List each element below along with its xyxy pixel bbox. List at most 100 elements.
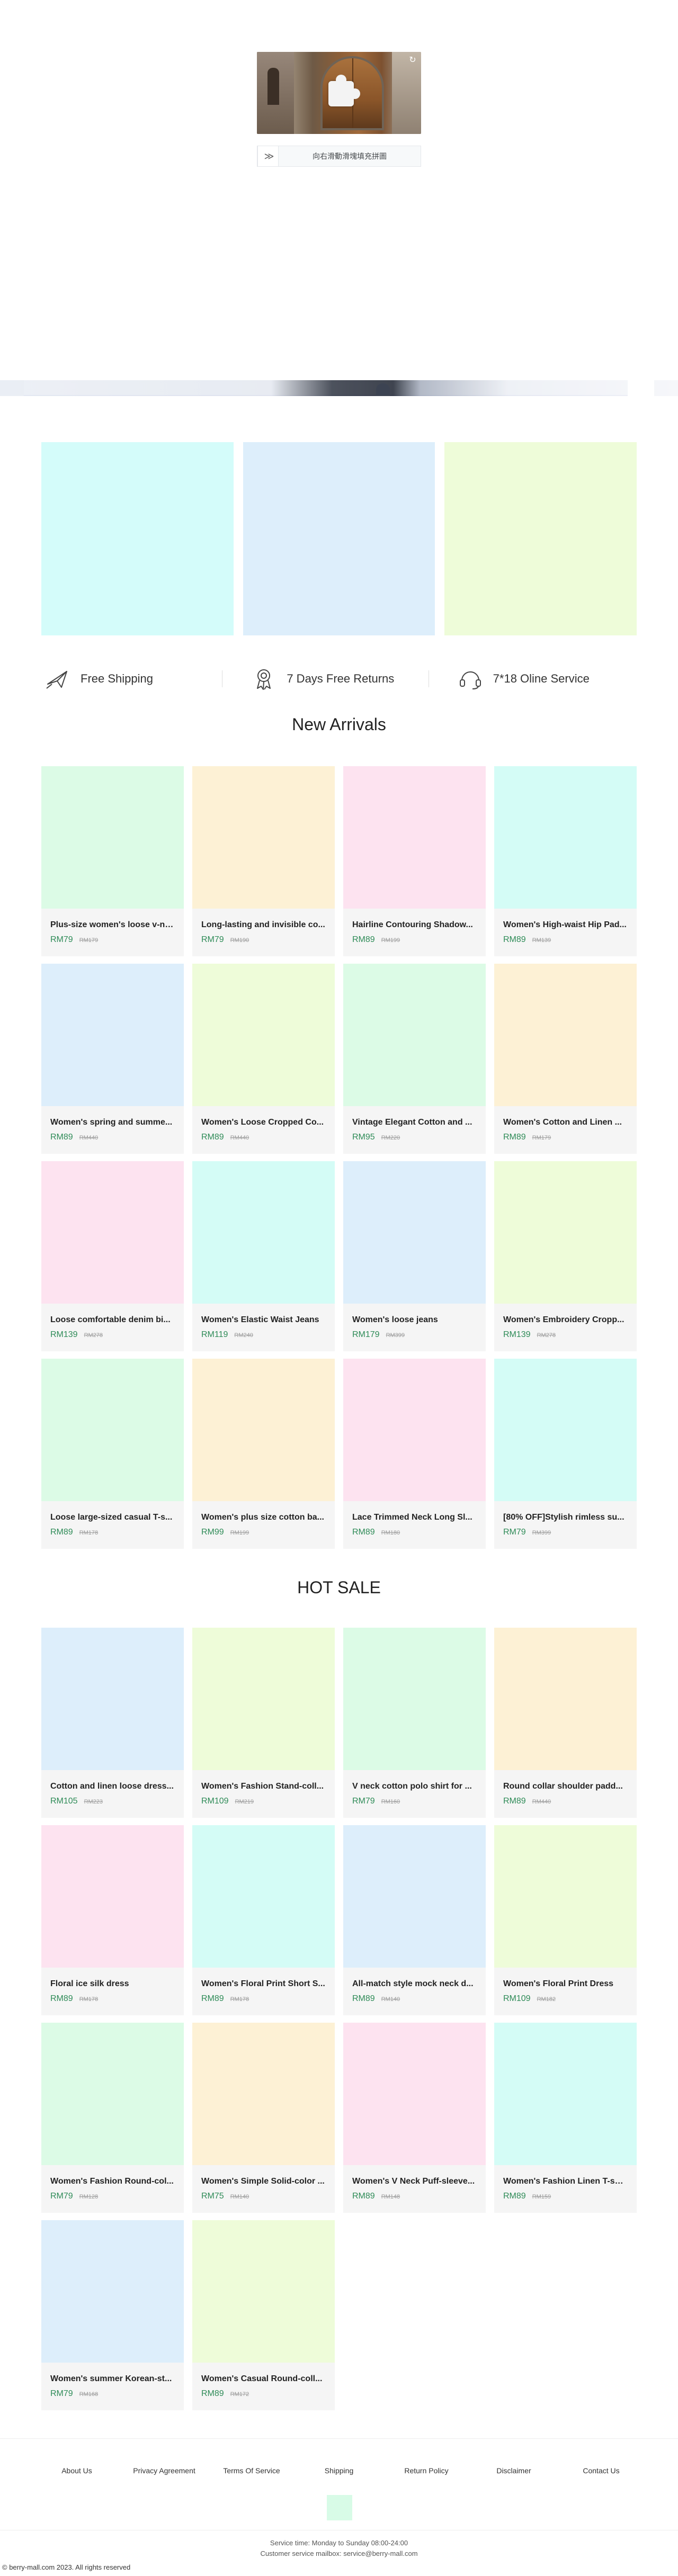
product-card[interactable]: Floral ice silk dress RM89 RM178 bbox=[41, 1825, 184, 2015]
product-card[interactable]: Women's Cotton and Linen ... RM89 RM179 bbox=[494, 964, 637, 1154]
product-card[interactable]: Women's summer Korean-st... RM79 RM168 bbox=[41, 2220, 184, 2410]
product-image[interactable] bbox=[192, 964, 335, 1106]
product-name[interactable]: Women's spring and summe... bbox=[50, 1118, 175, 1127]
product-card[interactable]: Women's Loose Cropped Co... RM89 RM440 bbox=[192, 964, 335, 1154]
product-image[interactable] bbox=[192, 1628, 335, 1770]
product-image[interactable] bbox=[494, 766, 637, 909]
product-name[interactable]: Long-lasting and invisible co... bbox=[201, 920, 326, 930]
product-name[interactable]: Loose comfortable denim bi... bbox=[50, 1315, 175, 1325]
product-name[interactable]: V neck cotton polo shirt for ... bbox=[352, 1782, 477, 1791]
product-image[interactable] bbox=[41, 1161, 184, 1304]
promo-banner[interactable] bbox=[444, 442, 637, 635]
product-name[interactable]: Women's plus size cotton ba... bbox=[201, 1513, 326, 1522]
product-card[interactable]: Women's plus size cotton ba... RM99 RM199 bbox=[192, 1359, 335, 1549]
promo-banner[interactable] bbox=[243, 442, 435, 635]
product-image[interactable] bbox=[41, 766, 184, 909]
product-card[interactable]: Lace Trimmed Neck Long Sl... RM89 RM180 bbox=[343, 1359, 486, 1549]
product-image[interactable] bbox=[41, 1628, 184, 1770]
product-name[interactable]: Hairline Contouring Shadow... bbox=[352, 920, 477, 930]
product-image[interactable] bbox=[343, 766, 486, 909]
product-image[interactable] bbox=[41, 2023, 184, 2165]
product-card[interactable]: All-match style mock neck d... RM89 RM140 bbox=[343, 1825, 486, 2015]
product-name[interactable]: Women's V Neck Puff-sleeve... bbox=[352, 2177, 477, 2186]
footer-link-about-us[interactable]: About Us bbox=[45, 2466, 109, 2475]
product-image[interactable] bbox=[41, 1825, 184, 1968]
product-card[interactable]: Cotton and linen loose dress... RM105 RM22… bbox=[41, 1628, 184, 1818]
product-name[interactable]: Floral ice silk dress bbox=[50, 1979, 175, 1989]
product-card[interactable]: Plus-size women's loose v-neck... RM79 RM1… bbox=[41, 766, 184, 956]
product-name[interactable]: Lace Trimmed Neck Long Sl... bbox=[352, 1513, 477, 1522]
product-image[interactable] bbox=[494, 1825, 637, 1968]
product-name[interactable]: Women's Casual Round-coll... bbox=[201, 2374, 326, 2384]
product-name[interactable]: Women's Fashion Round-col... bbox=[50, 2177, 175, 2186]
footer-link-return-policy[interactable]: Return Policy bbox=[395, 2466, 458, 2475]
product-name[interactable]: Loose large-sized casual T-s... bbox=[50, 1513, 175, 1522]
product-image[interactable] bbox=[192, 1359, 335, 1501]
footer-link-terms-of-service[interactable]: Terms Of Service bbox=[220, 2466, 283, 2475]
product-card[interactable]: Women's Floral Print Short S... RM89 RM178 bbox=[192, 1825, 335, 2015]
product-card[interactable]: Women's Fashion Linen T-shirt RM89 RM159 bbox=[494, 2023, 637, 2213]
hero-banner[interactable] bbox=[0, 380, 678, 396]
product-card[interactable]: Women's Fashion Stand-coll... RM109 RM219 bbox=[192, 1628, 335, 1818]
product-name[interactable]: Women's summer Korean-st... bbox=[50, 2374, 175, 2384]
footer-link-privacy-agreement[interactable]: Privacy Agreement bbox=[132, 2466, 196, 2475]
footer-link-disclaimer[interactable]: Disclaimer bbox=[482, 2466, 546, 2475]
product-card[interactable]: Hairline Contouring Shadow... RM89 RM199 bbox=[343, 766, 486, 956]
product-image[interactable] bbox=[494, 1628, 637, 1770]
product-name[interactable]: Women's Floral Print Dress bbox=[503, 1979, 628, 1989]
product-card[interactable]: Round collar shoulder padd... RM89 RM440 bbox=[494, 1628, 637, 1818]
product-image[interactable] bbox=[343, 1161, 486, 1304]
product-card[interactable]: Women's spring and summe... RM89 RM440 bbox=[41, 964, 184, 1154]
product-card[interactable]: Long-lasting and invisible co... RM79 RM19… bbox=[192, 766, 335, 956]
product-card[interactable]: Women's Embroidery Cropp... RM139 RM278 bbox=[494, 1161, 637, 1351]
product-image[interactable] bbox=[192, 766, 335, 909]
product-name[interactable]: All-match style mock neck d... bbox=[352, 1979, 477, 1989]
product-image[interactable] bbox=[41, 2220, 184, 2363]
product-name[interactable]: Plus-size women's loose v-neck... bbox=[50, 920, 175, 930]
product-card[interactable]: Vintage Elegant Cotton and ... RM95 RM220 bbox=[343, 964, 486, 1154]
captcha-slider-track[interactable]: ≫ 向右滑動滑塊填充拼圖 bbox=[257, 146, 421, 167]
product-image[interactable] bbox=[343, 1359, 486, 1501]
product-image[interactable] bbox=[192, 2220, 335, 2363]
product-image[interactable] bbox=[192, 2023, 335, 2165]
product-name[interactable]: Cotton and linen loose dress... bbox=[50, 1782, 175, 1791]
product-image[interactable] bbox=[343, 1825, 486, 1968]
product-name[interactable]: Women's Fashion Stand-coll... bbox=[201, 1782, 326, 1791]
footer-link-shipping[interactable]: Shipping bbox=[307, 2466, 371, 2475]
product-image[interactable] bbox=[192, 1825, 335, 1968]
product-image[interactable] bbox=[343, 1628, 486, 1770]
product-name[interactable]: Women's loose jeans bbox=[352, 1315, 477, 1325]
product-name[interactable]: Women's High-waist Hip Pad... bbox=[503, 920, 628, 930]
product-image[interactable] bbox=[494, 2023, 637, 2165]
product-image[interactable] bbox=[343, 964, 486, 1106]
product-name[interactable]: Women's Loose Cropped Co... bbox=[201, 1118, 326, 1127]
product-image[interactable] bbox=[41, 1359, 184, 1501]
product-image[interactable] bbox=[494, 1161, 637, 1304]
product-image[interactable] bbox=[343, 2023, 486, 2165]
product-card[interactable]: Women's Elastic Waist Jeans RM119 RM240 bbox=[192, 1161, 335, 1351]
promo-banner[interactable] bbox=[41, 442, 234, 635]
product-image[interactable] bbox=[494, 964, 637, 1106]
slider-handle[interactable]: ≫ bbox=[257, 146, 279, 167]
product-name[interactable]: Women's Simple Solid-color ... bbox=[201, 2177, 326, 2186]
product-card[interactable]: V neck cotton polo shirt for ... RM79 RM16… bbox=[343, 1628, 486, 1818]
product-card[interactable]: Women's Casual Round-coll... RM89 RM172 bbox=[192, 2220, 335, 2410]
product-card[interactable]: Women's V Neck Puff-sleeve... RM89 RM148 bbox=[343, 2023, 486, 2213]
product-name[interactable]: Women's Cotton and Linen ... bbox=[503, 1118, 628, 1127]
product-card[interactable]: Loose large-sized casual T-s... RM89 RM178 bbox=[41, 1359, 184, 1549]
product-name[interactable]: [80% OFF]Stylish rimless su... bbox=[503, 1513, 628, 1522]
product-card[interactable]: Loose comfortable denim bi... RM139 RM278 bbox=[41, 1161, 184, 1351]
product-card[interactable]: [80% OFF]Stylish rimless su... RM79 RM399 bbox=[494, 1359, 637, 1549]
product-card[interactable]: Women's Fashion Round-col... RM79 RM128 bbox=[41, 2023, 184, 2213]
product-image[interactable] bbox=[41, 964, 184, 1106]
puzzle-piece[interactable] bbox=[328, 75, 360, 106]
product-card[interactable]: Women's Simple Solid-color ... RM75 RM140 bbox=[192, 2023, 335, 2213]
refresh-icon[interactable]: ↻ bbox=[407, 55, 418, 66]
product-name[interactable]: Women's Embroidery Cropp... bbox=[503, 1315, 628, 1325]
product-name[interactable]: Women's Elastic Waist Jeans bbox=[201, 1315, 326, 1325]
product-name[interactable]: Vintage Elegant Cotton and ... bbox=[352, 1118, 477, 1127]
product-card[interactable]: Women's High-waist Hip Pad... RM89 RM139 bbox=[494, 766, 637, 956]
product-card[interactable]: Women's loose jeans RM179 RM399 bbox=[343, 1161, 486, 1351]
product-name[interactable]: Round collar shoulder padd... bbox=[503, 1782, 628, 1791]
product-name[interactable]: Women's Floral Print Short S... bbox=[201, 1979, 326, 1989]
